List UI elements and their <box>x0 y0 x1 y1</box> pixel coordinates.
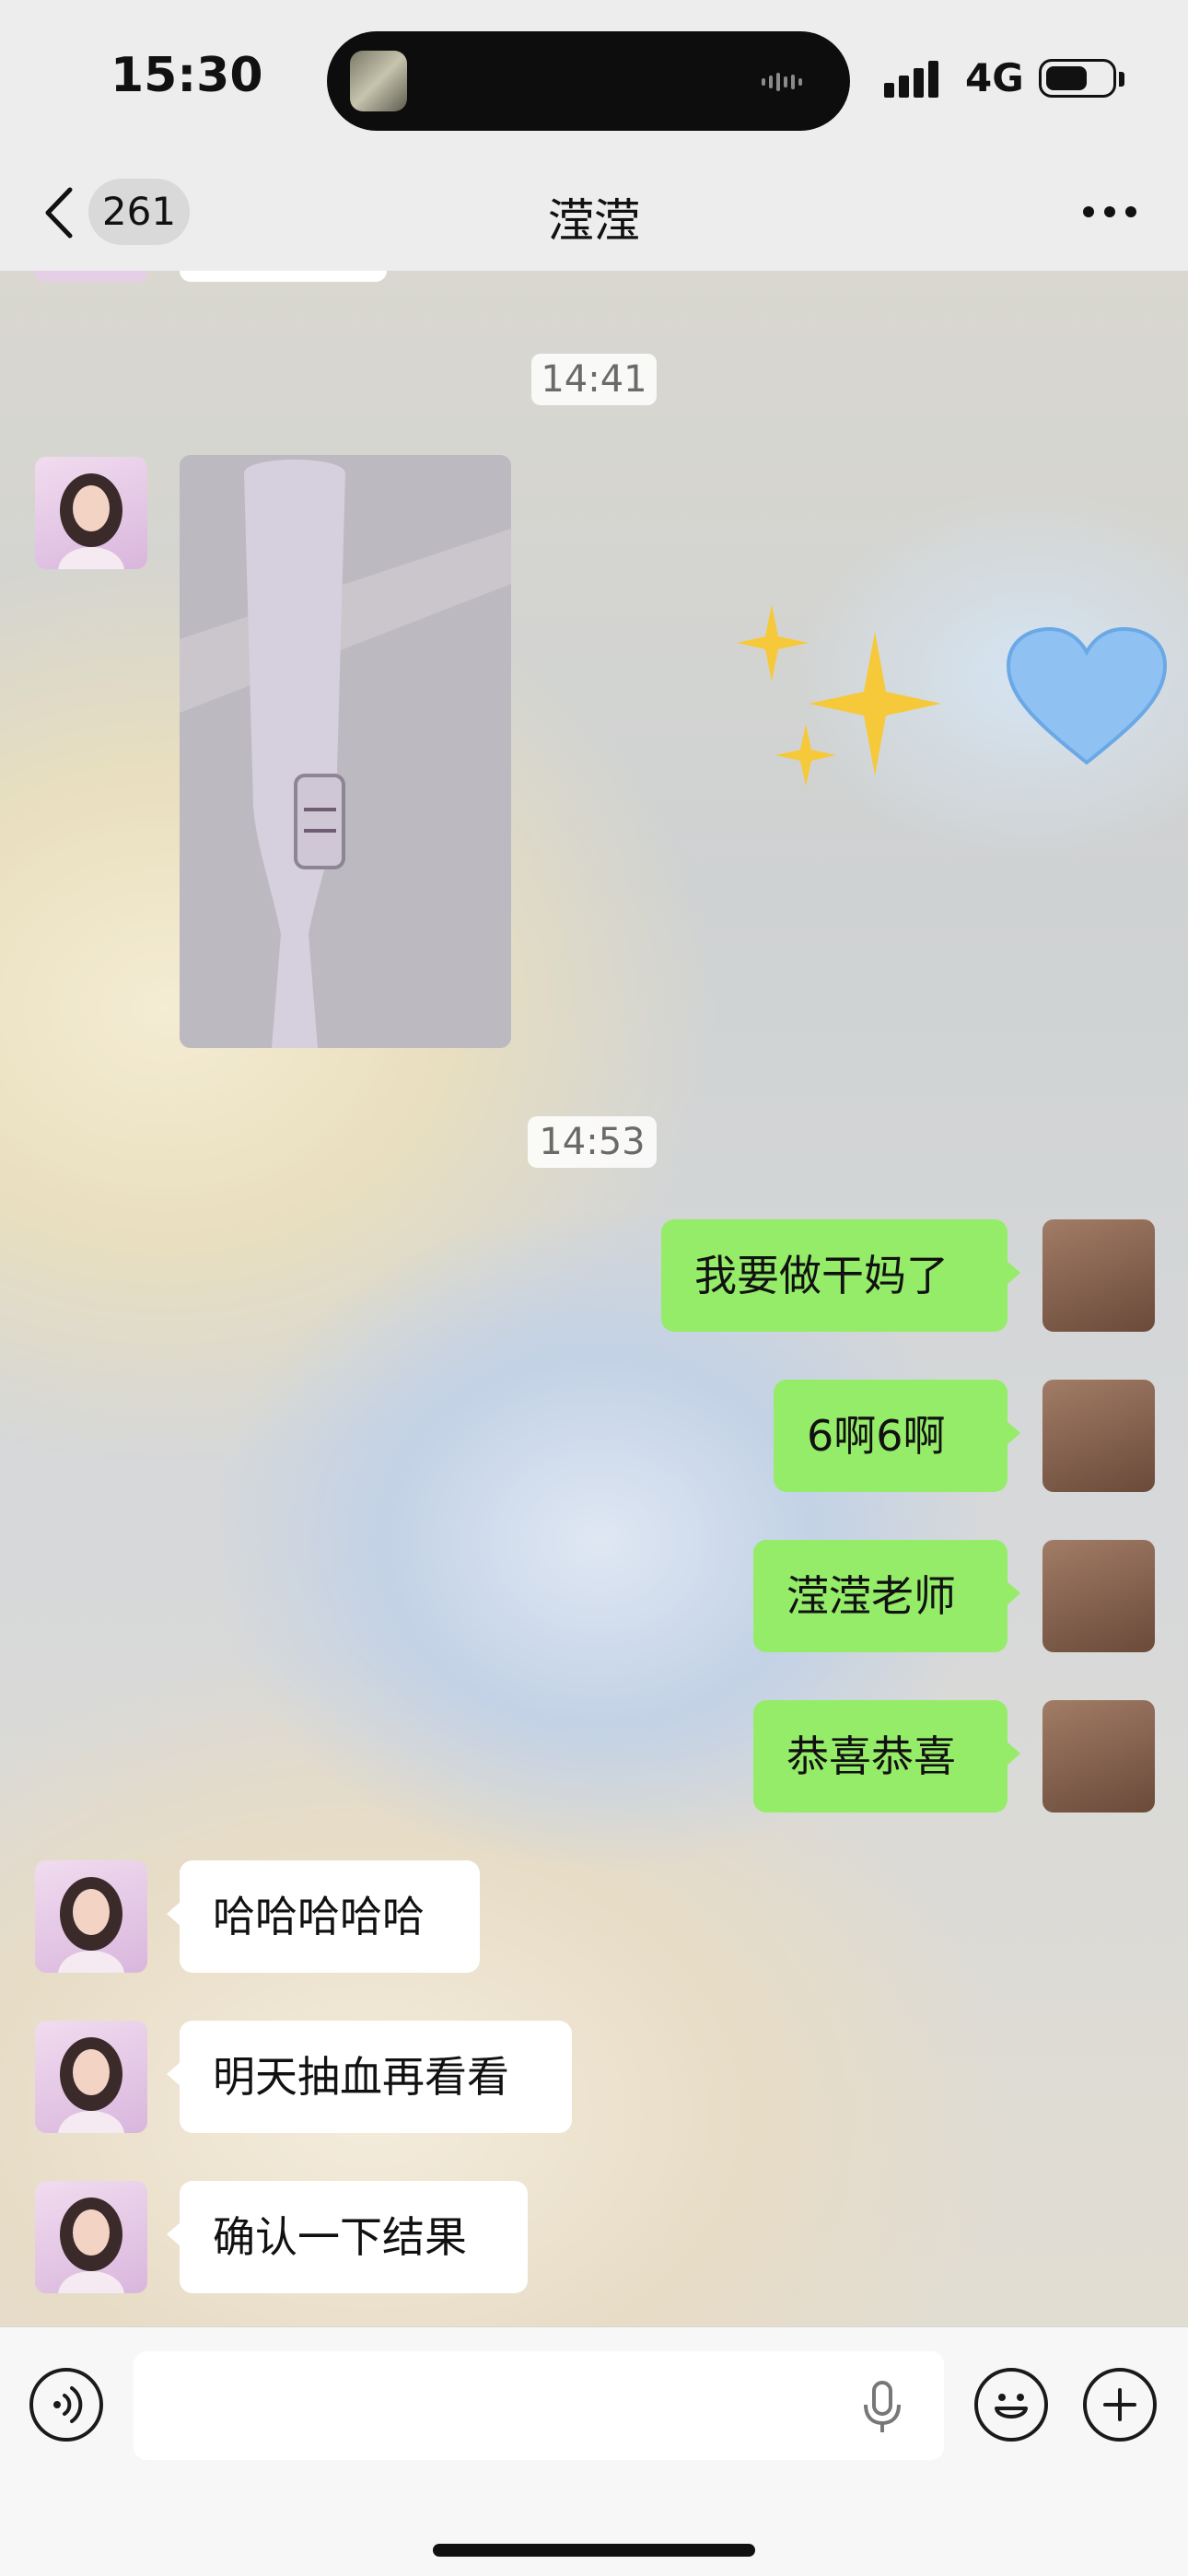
voice-toggle-button[interactable] <box>29 2368 103 2442</box>
add-attachment-button[interactable] <box>1083 2368 1157 2442</box>
outgoing-message[interactable]: 我要做干妈了 <box>661 1219 1020 1332</box>
emoji-icon <box>995 2394 1028 2419</box>
my-avatar[interactable] <box>1042 1540 1155 1652</box>
network-type: 4G <box>965 55 1024 100</box>
contact-avatar[interactable] <box>35 457 147 569</box>
voice-icon <box>53 2386 83 2423</box>
contact-avatar[interactable] <box>35 2021 147 2133</box>
chat-input-bar <box>0 2326 1188 2576</box>
incoming-message[interactable]: 明天抽血再看看 <box>167 2021 572 2133</box>
contact-avatar[interactable] <box>35 1860 147 1973</box>
pregnancy-test-photo <box>180 455 511 1048</box>
now-playing-artwork <box>350 51 407 111</box>
message-timestamp: 14:41 <box>531 354 657 405</box>
incoming-message[interactable]: 哈哈哈哈哈 <box>167 1860 480 1973</box>
outgoing-message[interactable]: 6啊6啊 <box>774 1380 1020 1492</box>
signal-icon <box>884 61 943 98</box>
heart-sticker-icon <box>1006 626 1168 765</box>
contact-avatar[interactable] <box>35 2181 147 2293</box>
plus-icon <box>1103 2388 1136 2421</box>
incoming-message[interactable]: 确认一下结果 <box>167 2181 528 2293</box>
avatar-illustration <box>58 2037 124 2133</box>
emoji-button[interactable] <box>974 2368 1048 2442</box>
avatar-partial <box>35 271 147 282</box>
home-indicator[interactable] <box>433 2544 755 2557</box>
chat-header: 261 滢滢 <box>0 157 1188 272</box>
more-dots-icon[interactable] <box>1081 203 1138 221</box>
status-bar: 15:30 4G <box>0 0 1188 157</box>
message-bubble-partial <box>180 271 387 282</box>
message-timestamp: 14:53 <box>528 1116 657 1168</box>
my-avatar[interactable] <box>1042 1700 1155 1813</box>
chat-title: 滢滢 <box>548 194 640 248</box>
image-message[interactable] <box>180 455 511 1048</box>
microphone-icon[interactable] <box>858 2379 906 2436</box>
avatar-illustration <box>58 473 124 569</box>
outgoing-message[interactable]: 滢滢老师 <box>753 1540 1020 1652</box>
avatar-illustration <box>58 1877 124 1973</box>
my-avatar[interactable] <box>1042 1219 1155 1332</box>
battery-tip <box>1119 72 1124 87</box>
sparkles-icon <box>737 604 941 787</box>
chat-message-list[interactable]: 14:41 14:53 我要做干妈了 6啊6啊 滢滢老师 恭喜恭喜 哈哈哈哈哈 … <box>0 271 1188 2326</box>
battery-icon <box>1039 59 1116 98</box>
avatar-illustration <box>58 2197 124 2293</box>
outgoing-message[interactable]: 恭喜恭喜 <box>753 1700 1020 1813</box>
dynamic-island <box>327 31 850 131</box>
status-time: 15:30 <box>111 48 263 103</box>
audio-wave-icon <box>762 72 821 91</box>
my-avatar[interactable] <box>1042 1380 1155 1492</box>
message-input[interactable] <box>134 2351 944 2460</box>
